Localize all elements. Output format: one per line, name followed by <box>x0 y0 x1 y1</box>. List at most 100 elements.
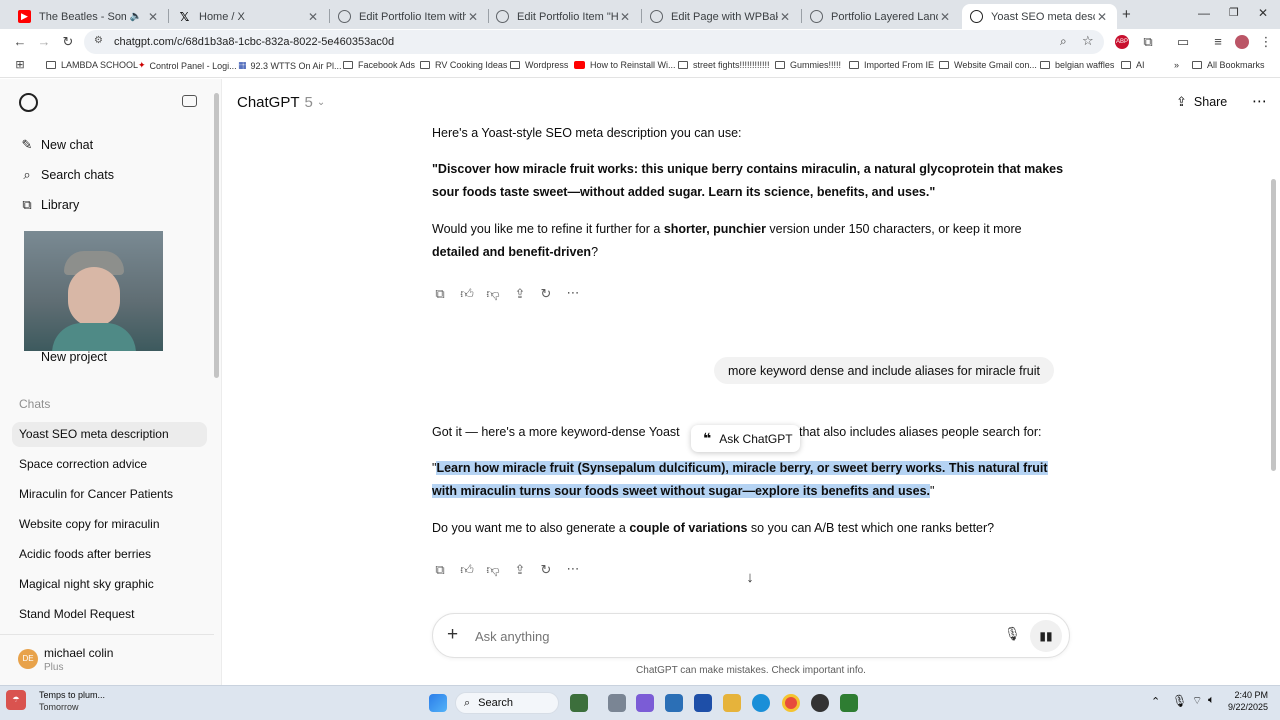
microphone-icon[interactable]: 🎙︎ <box>1004 626 1021 642</box>
share-button[interactable]: ⇪ Share <box>1176 94 1227 110</box>
bookmark-item[interactable]: RV Cooking Ideas <box>420 60 507 70</box>
browser-menu-icon[interactable]: ⋮ <box>1258 34 1274 50</box>
address-bar[interactable]: ⚙ chatgpt.com/c/68d1b3a8-1cbc-832a-8022-… <box>84 30 1104 54</box>
sidebar-scrollbar[interactable] <box>214 93 219 378</box>
browser-tab[interactable]: Edit Page with WPBakery Page ✕ <box>642 4 800 29</box>
copy-icon[interactable]: ⧉ <box>432 562 448 578</box>
close-icon[interactable]: ✕ <box>146 10 160 24</box>
thumbs-down-icon[interactable]: 👎︎ <box>485 286 501 302</box>
window-close-icon[interactable]: ✕ <box>1258 6 1268 20</box>
bookmark-item[interactable]: LAMBDA SCHOOL <box>46 60 138 70</box>
widgets-icon[interactable] <box>570 694 588 712</box>
user-name[interactable]: michael colin <box>44 646 113 660</box>
bookmark-item[interactable]: ✦ Control Panel - Logi... <box>138 60 237 71</box>
task-view-icon[interactable] <box>608 694 626 712</box>
browser-tab[interactable]: Edit Portfolio Item "How it works" ✕ <box>488 4 640 29</box>
share-response-icon[interactable]: ⇪ <box>512 562 528 578</box>
regenerate-icon[interactable]: ↻ <box>538 286 554 302</box>
chat-item[interactable]: Stand Model Request <box>19 607 134 621</box>
weather-title[interactable]: Temps to plum... <box>39 690 105 700</box>
main-scrollbar[interactable] <box>1271 179 1276 471</box>
openai-logo-icon[interactable] <box>19 93 38 112</box>
scroll-down-arrow-icon[interactable]: ↓ <box>742 569 758 586</box>
chat-item[interactable]: Website copy for miraculin <box>19 517 160 531</box>
chat-item-active[interactable]: Yoast SEO meta description <box>19 427 169 441</box>
app-icon[interactable] <box>840 694 858 712</box>
edge-icon[interactable] <box>752 694 770 712</box>
bookmark-star-icon[interactable]: ☆ <box>1082 33 1094 49</box>
copy-icon[interactable]: ⧉ <box>432 286 448 302</box>
thumbs-up-icon[interactable]: 👍︎ <box>459 286 475 302</box>
new-tab-icon[interactable]: + <box>1122 6 1131 23</box>
show-hidden-icons-icon[interactable]: ⌃ <box>1151 695 1160 708</box>
chatgpt-app-icon[interactable] <box>811 694 829 712</box>
copilot-icon[interactable] <box>636 694 654 712</box>
close-icon[interactable]: ✕ <box>938 10 952 24</box>
cast-icon[interactable]: ▭ <box>1175 34 1191 50</box>
model-selector[interactable]: ChatGPT 5 ⌄ <box>237 94 325 111</box>
clock-time[interactable]: 2:40 PM <box>1228 690 1268 700</box>
extensions-icon[interactable]: ⧉ <box>1140 34 1156 50</box>
all-bookmarks[interactable]: All Bookmarks <box>1192 60 1265 70</box>
ask-chatgpt-button[interactable]: ❝ Ask ChatGPT <box>691 425 800 452</box>
browser-tab[interactable]: Portfolio Layered Landing - mi ✕ <box>802 4 960 29</box>
forward-icon[interactable]: → <box>36 34 52 49</box>
bookmark-item[interactable]: How to Reinstall Wi... <box>574 60 676 70</box>
taskbar-search[interactable]: ⌕ Search <box>455 692 559 714</box>
restore-icon[interactable]: ❐ <box>1229 6 1239 19</box>
share-response-icon[interactable]: ⇪ <box>512 286 528 302</box>
more-options-icon[interactable]: ⋯ <box>1252 92 1267 110</box>
chat-item[interactable]: Miraculin for Cancer Patients <box>19 487 173 501</box>
bookmark-item[interactable]: Website Gmail con... <box>939 60 1037 70</box>
windows-start-icon[interactable] <box>429 694 447 712</box>
library-button[interactable]: ⧉ Library <box>19 197 79 213</box>
weather-icon[interactable]: ☂ <box>6 690 26 710</box>
prompt-input[interactable] <box>475 626 955 646</box>
more-actions-icon[interactable]: ⋯ <box>565 561 581 577</box>
microphone-icon[interactable]: 🎙︎ <box>1172 694 1187 708</box>
adblock-icon[interactable]: ABP <box>1115 35 1129 49</box>
chat-item[interactable]: Acidic foods after berries <box>19 547 151 561</box>
bookmark-item[interactable]: Imported From IE <box>849 60 934 70</box>
volume-icon[interactable]: 🔈︎ <box>1208 694 1215 707</box>
store-icon[interactable] <box>665 694 683 712</box>
avatar[interactable]: DE <box>18 649 38 669</box>
bookmarks-overflow-icon[interactable]: » <box>1174 60 1179 70</box>
bookmark-item[interactable]: ▦ 92.3 WTTS On Air Pl... <box>238 60 342 71</box>
close-icon[interactable]: ✕ <box>1095 10 1109 24</box>
add-attachment-icon[interactable]: + <box>447 624 458 646</box>
new-project-button[interactable]: New project <box>19 350 107 364</box>
browser-tab[interactable]: Edit Portfolio Item with WPBakery ✕ <box>330 4 488 29</box>
close-icon[interactable]: ✕ <box>306 10 320 24</box>
search-chats-button[interactable]: ⌕ Search chats <box>19 167 114 183</box>
thumbs-up-icon[interactable]: 👍︎ <box>459 562 475 578</box>
bookmark-item[interactable]: street fights!!!!!!!!!!!! <box>678 60 770 70</box>
browser-tab[interactable]: ▶ The Beatles - Something - Y 🔈 ✕ <box>10 4 168 29</box>
close-icon[interactable]: ✕ <box>466 10 480 24</box>
reload-icon[interactable]: ↻ <box>60 34 76 50</box>
chat-item[interactable]: Space correction advice <box>19 457 147 471</box>
browser-tab[interactable]: 𝕏 Home / X ✕ <box>170 4 328 29</box>
bookmark-item[interactable]: Wordpress <box>510 60 568 70</box>
bookmark-item[interactable]: Facebook Ads <box>343 60 415 70</box>
minimize-icon[interactable]: — <box>1198 6 1210 20</box>
profile-avatar[interactable] <box>1235 35 1249 49</box>
tab-search-icon[interactable]: ≡ <box>1210 34 1226 49</box>
wifi-icon[interactable]: ⌔ <box>1192 694 1202 708</box>
voice-mode-icon[interactable]: ▮▮ <box>1030 620 1062 652</box>
browser-tab-active[interactable]: Yoast SEO meta description ✕ <box>962 4 1117 29</box>
site-info-icon[interactable]: ⚙ <box>94 35 103 46</box>
thumbs-down-icon[interactable]: 👎︎ <box>485 562 501 578</box>
speaker-icon[interactable]: 🔈 <box>130 11 142 22</box>
close-icon[interactable]: ✕ <box>778 10 792 24</box>
close-icon[interactable]: ✕ <box>618 10 632 24</box>
outlook-icon[interactable] <box>694 694 712 712</box>
chat-item[interactable]: Magical night sky graphic <box>19 577 154 591</box>
bookmark-item[interactable]: AI <box>1121 60 1145 70</box>
bookmark-item[interactable]: Gummies!!!!! <box>775 60 841 70</box>
new-chat-button[interactable]: ✎ New chat <box>19 137 94 153</box>
apps-grid-icon[interactable]: ⊞ <box>12 58 28 71</box>
regenerate-icon[interactable]: ↻ <box>538 562 554 578</box>
zoom-icon[interactable]: ⌕ <box>1060 34 1067 49</box>
back-icon[interactable]: ← <box>12 34 28 49</box>
